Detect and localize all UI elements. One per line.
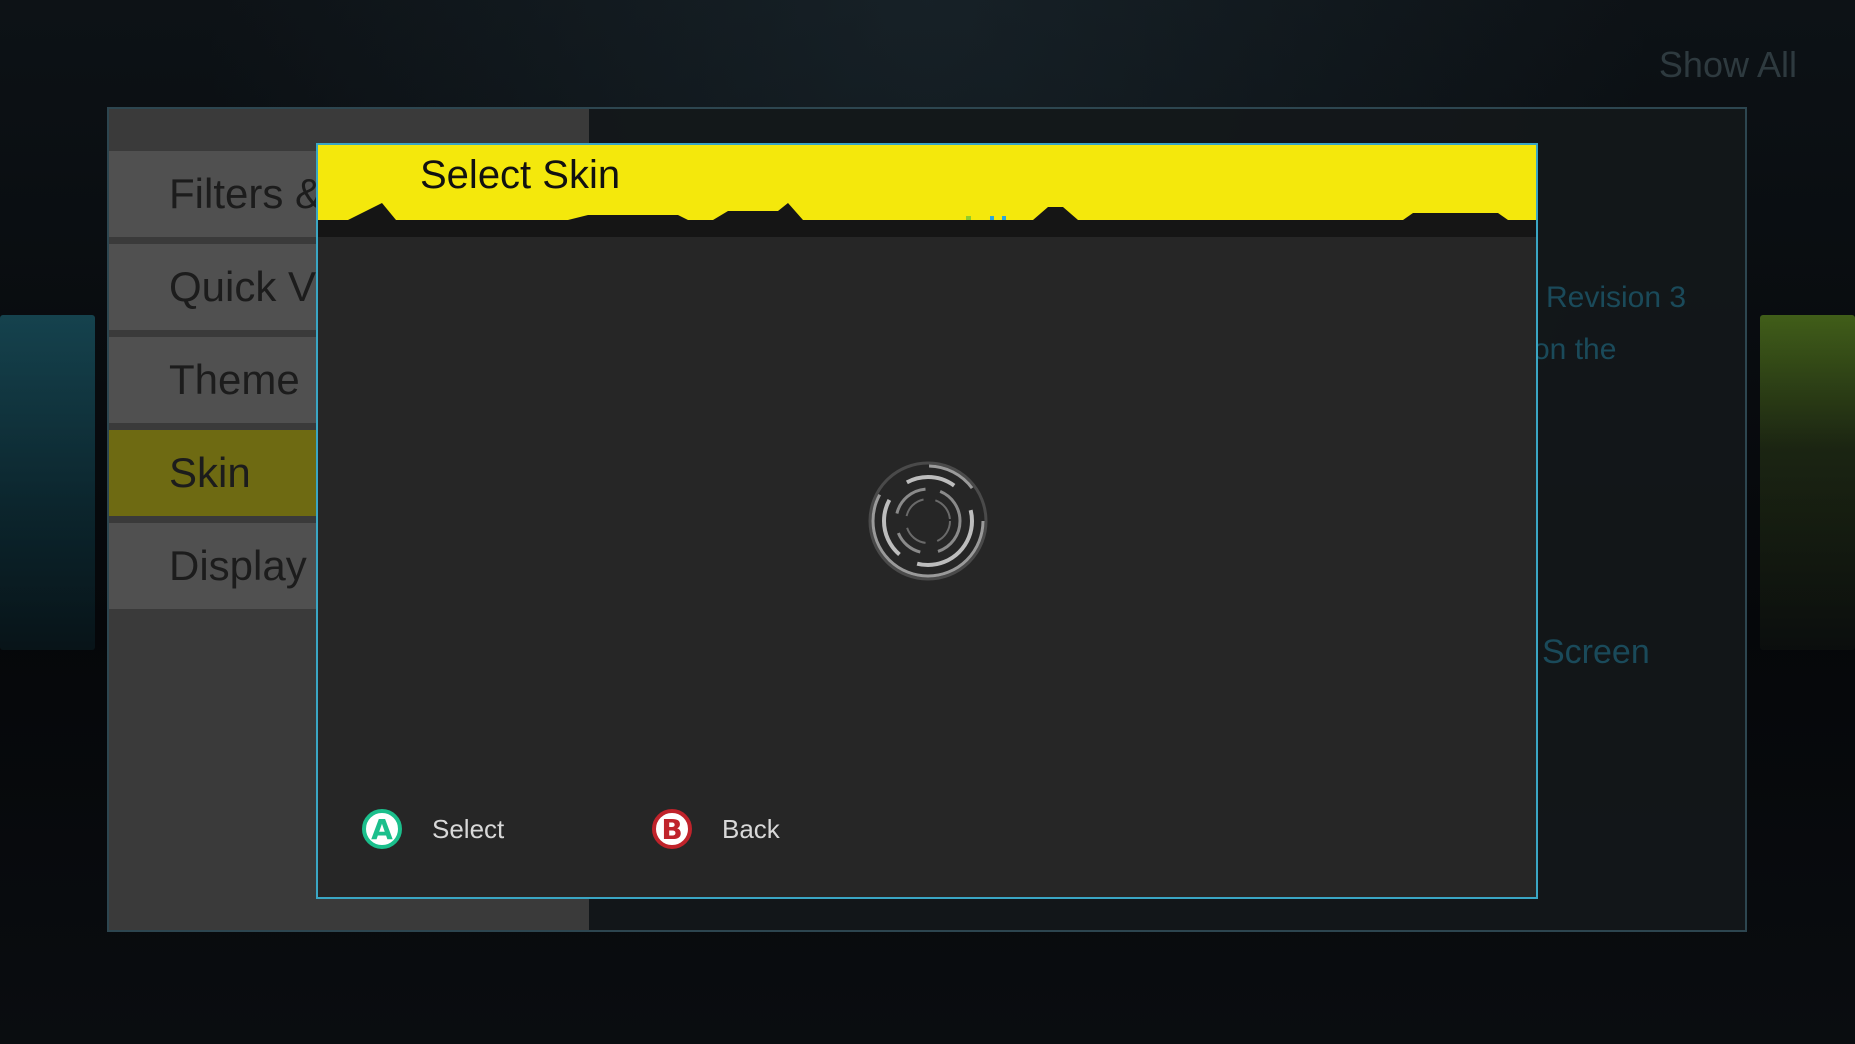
menu-item-label: Filters &: [169, 170, 324, 217]
menu-item-label: Quick V: [169, 263, 317, 310]
select-skin-dialog: Select Skin A Select B Back: [316, 143, 1538, 899]
dialog-title: Select Skin: [420, 153, 621, 197]
b-button-icon: B: [652, 809, 692, 849]
background-game-cover-right: [1760, 315, 1855, 650]
menu-item-label: Theme: [169, 356, 300, 403]
header-decoration-icon: [348, 203, 1508, 220]
show-all-label[interactable]: Show All: [1659, 44, 1797, 86]
back-button-hint[interactable]: B Back: [652, 809, 780, 849]
a-button-icon: A: [362, 809, 402, 849]
background-game-cover-left: [0, 315, 95, 650]
panel-text-screen: Screen: [1542, 633, 1650, 671]
panel-text-on-the: on the: [1533, 333, 1617, 366]
menu-item-label: Display: [169, 542, 307, 589]
select-label: Select: [432, 813, 505, 844]
panel-text-revision: Revision 3: [1546, 281, 1687, 314]
select-button-hint[interactable]: A Select: [362, 809, 504, 849]
menu-item-label: Skin: [169, 449, 251, 496]
back-label: Back: [722, 813, 780, 844]
loading-spinner-icon: [868, 461, 988, 581]
